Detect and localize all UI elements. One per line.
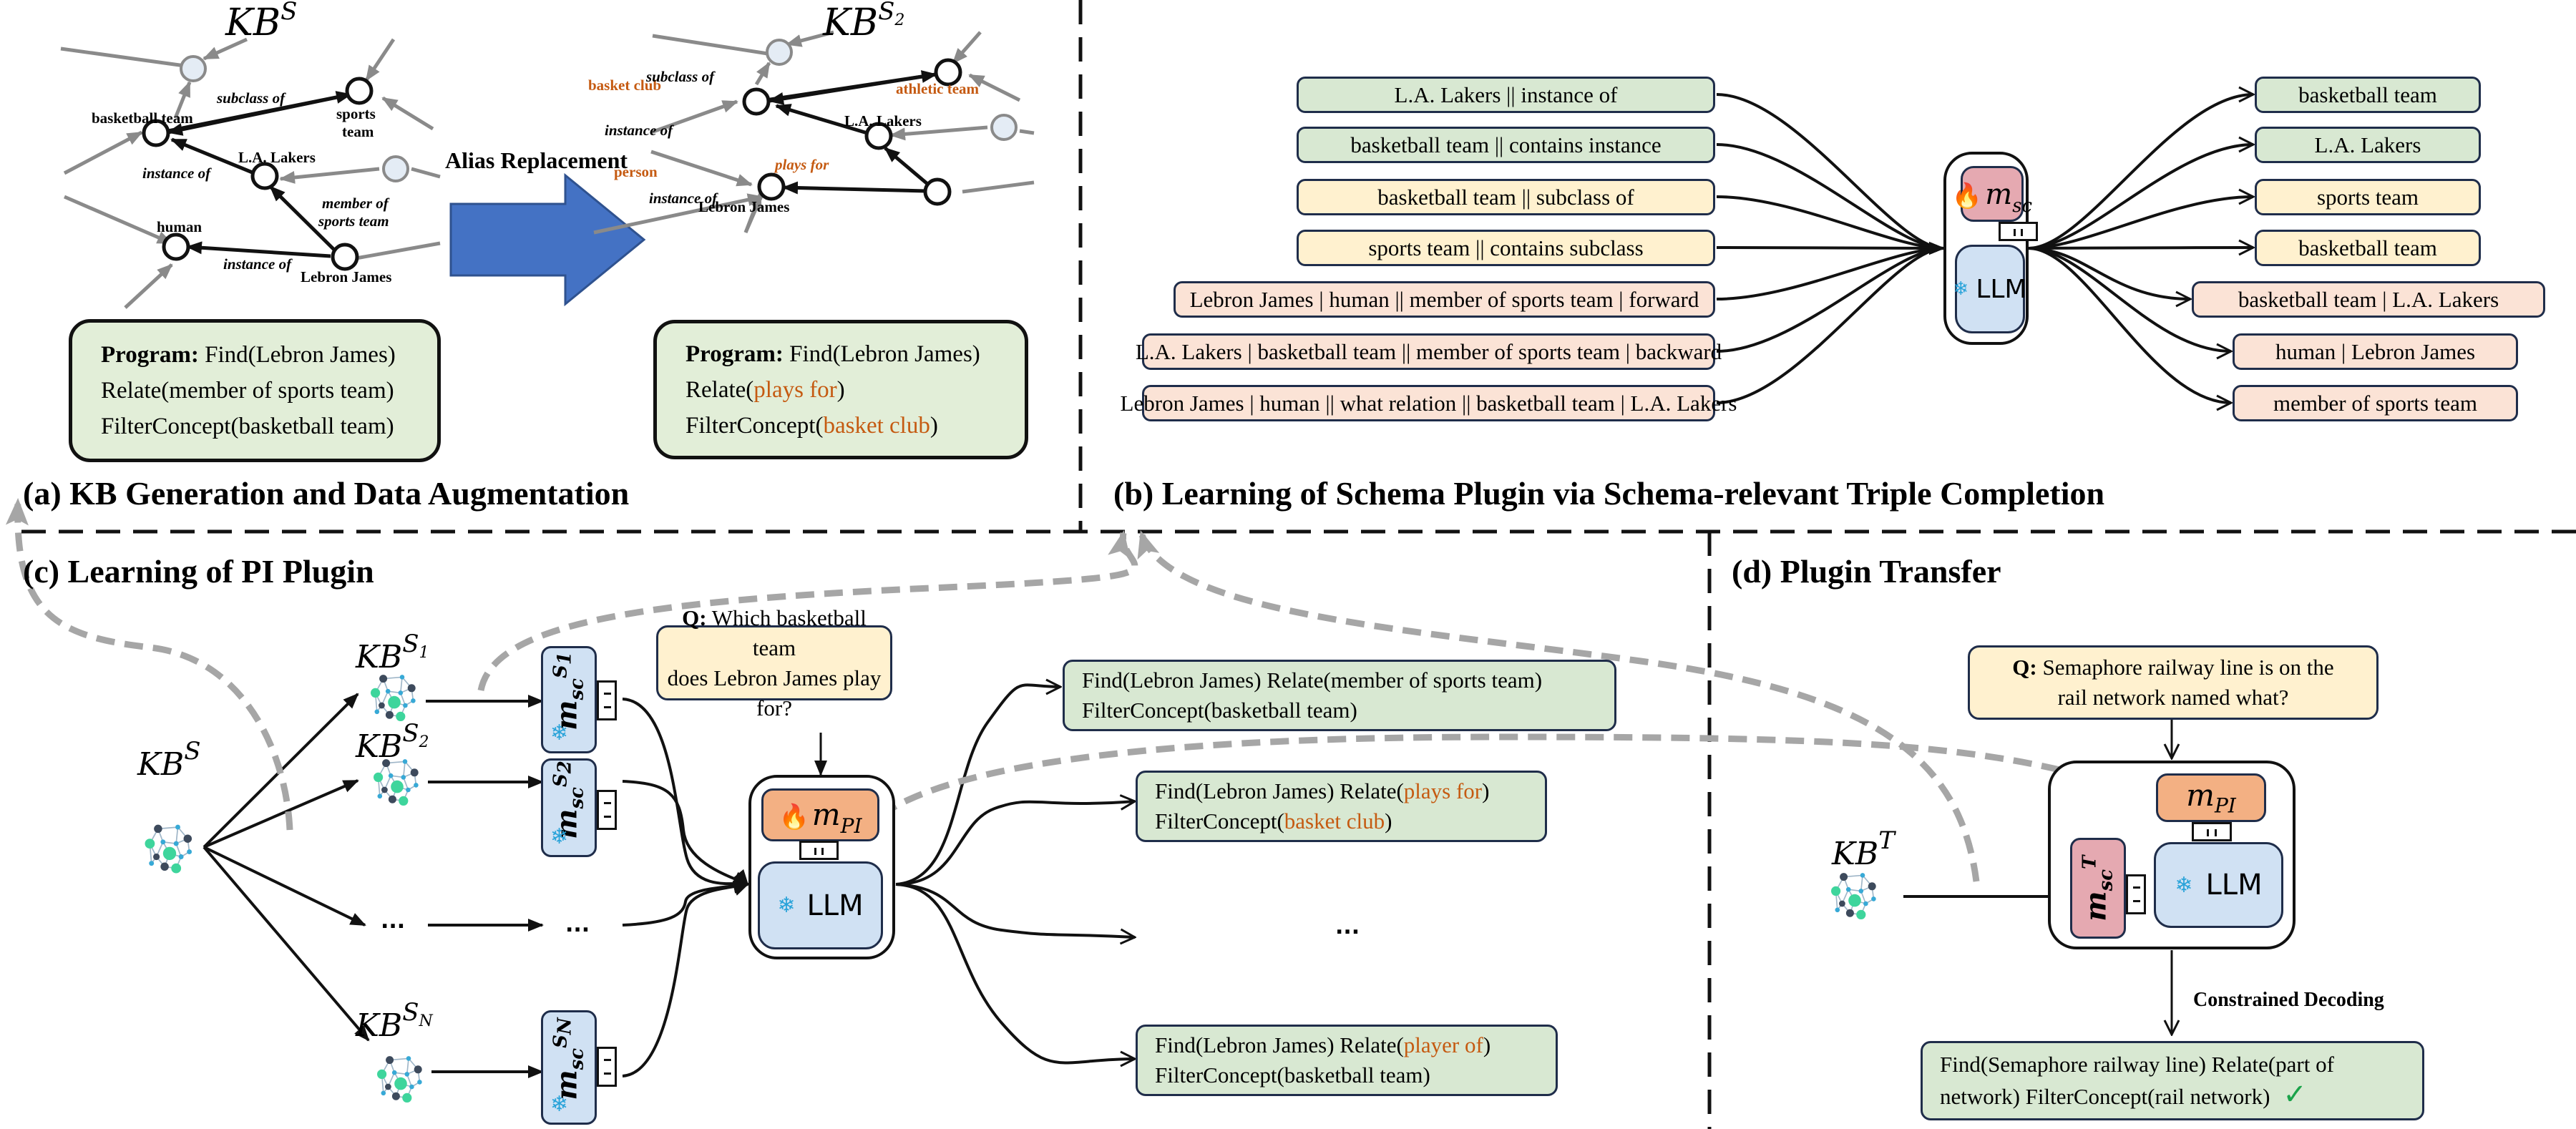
triple-input-peach: L.A. Lakers | basketball team || member … <box>1136 333 1722 370</box>
triple-output-peach: basketball team | L.A. Lakers <box>2192 281 2545 318</box>
question-box-c: Q: Which basketball team does Lebron Jam… <box>656 605 892 720</box>
knowledge-graph-icon <box>377 1056 422 1103</box>
plugin-socket <box>1999 222 2038 241</box>
kb-variant-label: KBS1 <box>356 630 429 675</box>
snowflake-icon: ❄ <box>1953 278 1969 300</box>
input-connector <box>1716 195 1945 255</box>
node-label: Lebron James <box>301 268 392 285</box>
kb-augmented-title: KBS2 <box>823 0 905 44</box>
knowledge-graph-icon <box>371 675 416 721</box>
llm-box-d: ❄ LLM <box>2154 842 2283 928</box>
node-label: L.A. Lakers <box>844 112 922 129</box>
node-label: basketball team <box>92 109 193 127</box>
triple-output-green: basketball team <box>2255 77 2481 113</box>
kb-target-label: KBT <box>1832 826 1895 872</box>
triple-input-green: basketball team || contains instance <box>1297 127 1715 163</box>
output-ellipsis: ... <box>1335 914 1360 939</box>
section-a-title: (a) KB Generation and Data Augmentation <box>23 475 630 512</box>
flame-icon: 🔥 <box>1951 182 1983 210</box>
plugin-socket <box>597 1047 617 1088</box>
schema-plugin-b: 🔥 msc <box>1952 166 2032 222</box>
input-connector <box>1716 93 1945 255</box>
schema-plugin-frozen: mscSN ❄ <box>541 1010 597 1125</box>
constrained-decoding-label: Constrained Decoding <box>2193 989 2384 1011</box>
output-connector <box>2028 145 2253 250</box>
output-connector <box>2028 247 2231 403</box>
kb-variant-label: KBSN <box>356 998 433 1044</box>
plugin-socket <box>2192 822 2232 841</box>
snowflake-icon: ❄ <box>550 825 569 849</box>
schema-plugin-frozen: mscS2 ❄ <box>541 758 597 857</box>
output-connector <box>2028 94 2253 250</box>
triple-input-peach: Lebron James | human || what relation ||… <box>1121 385 1737 421</box>
schema-plugin-frozen: mscS1 ❄ <box>541 646 597 753</box>
node-label: human <box>157 218 203 235</box>
snowflake-icon: ❄ <box>2175 872 2193 898</box>
llm-box-b: ❄ LLM <box>1953 245 2027 333</box>
program-output: Find(Lebron James) Relate(player of) Fil… <box>1136 1025 1558 1096</box>
diagram-canvas <box>5 0 2576 1129</box>
knowledge-graph-icon <box>1831 873 1876 919</box>
triple-input-peach: Lebron James | human || member of sports… <box>1174 281 1715 318</box>
triple-output-yellow: sports team <box>2255 179 2481 215</box>
pi-plugin-d: mPI <box>2156 773 2266 822</box>
llm-box-c: ❄ LLM <box>758 861 883 949</box>
plugin-socket <box>2126 874 2146 914</box>
kb-source-label: KBS <box>137 737 201 783</box>
edge-label: subclass of <box>646 68 715 85</box>
kb-source-title: KBS <box>225 0 298 44</box>
knowledge-graph-icon <box>374 759 419 806</box>
section-d-title: (d) Plugin Transfer <box>1732 553 2001 590</box>
program-output: Find(Lebron James) Relate(member of spor… <box>1063 660 1616 731</box>
question-box-d: Q: Semaphore railway line is on the rail… <box>1968 645 2379 720</box>
triple-output-peach: human | Lebron James <box>2233 333 2518 370</box>
node-label: L.A. Lakers <box>238 149 316 166</box>
schema-plugin-target: mscT <box>2070 838 2126 939</box>
kb-variant-label: KBS2 <box>356 719 429 765</box>
section-c-connectors <box>203 685 1135 1078</box>
input-connector <box>1716 242 1945 300</box>
program-box-source: Program: Find(Lebron James) Relate(membe… <box>69 319 441 462</box>
triple-output-green: L.A. Lakers <box>2255 127 2481 163</box>
triple-output-peach: member of sports team <box>2233 385 2518 421</box>
plugin-socket <box>597 790 617 831</box>
edge-label: sports team <box>318 212 389 230</box>
edge-label: instance of <box>142 165 211 182</box>
edge-label: instance of <box>605 122 673 139</box>
triple-input-yellow: sports team || contains subclass <box>1297 230 1715 266</box>
triple-input-green: L.A. Lakers || instance of <box>1297 77 1715 113</box>
edge-label: member of <box>322 195 389 212</box>
section-c-title: (c) Learning of PI Plugin <box>23 553 374 590</box>
snowflake-icon: ❄ <box>777 893 796 918</box>
program-output-target: Find(Semaphore railway line) Relate(part… <box>1921 1041 2424 1120</box>
flame-icon: 🔥 <box>779 803 809 831</box>
plugin-ellipsis: ... <box>565 912 590 937</box>
node-label: sports <box>336 105 376 122</box>
edge-label: instance of <box>223 255 292 273</box>
snowflake-icon: ❄ <box>550 721 569 745</box>
node-label-alias: athletic team <box>896 80 980 97</box>
node-label-alias: person <box>614 163 658 180</box>
node-label: team <box>342 123 374 140</box>
plugin-socket <box>597 680 617 720</box>
plugin-socket <box>799 841 839 860</box>
input-connector <box>1716 242 1945 404</box>
edge-label: subclass of <box>217 89 286 107</box>
edge-label: instance of <box>649 190 718 207</box>
check-icon: ✓ <box>2283 1078 2307 1111</box>
program-box-augmented: Program: Find(Lebron James) Relate(plays… <box>653 320 1028 459</box>
knowledge-graph-icon <box>145 824 192 874</box>
snowflake-icon: ❄ <box>550 1093 569 1116</box>
triple-input-yellow: basketball team || subclass of <box>1297 179 1715 215</box>
alias-replacement-label: Alias Replacement <box>445 147 628 173</box>
section-b-title: (b) Learning of Schema Plugin via Schema… <box>1113 475 2105 512</box>
pi-plugin-c: 🔥mPI <box>761 788 879 841</box>
alias-replacement-arrow <box>449 172 646 307</box>
program-output: Find(Lebron James) Relate(plays for) Fil… <box>1136 771 1547 842</box>
edge-label-alias: plays for <box>775 156 829 173</box>
kb-variant-label: ... <box>381 909 406 934</box>
triple-output-yellow: basketball team <box>2255 230 2481 266</box>
